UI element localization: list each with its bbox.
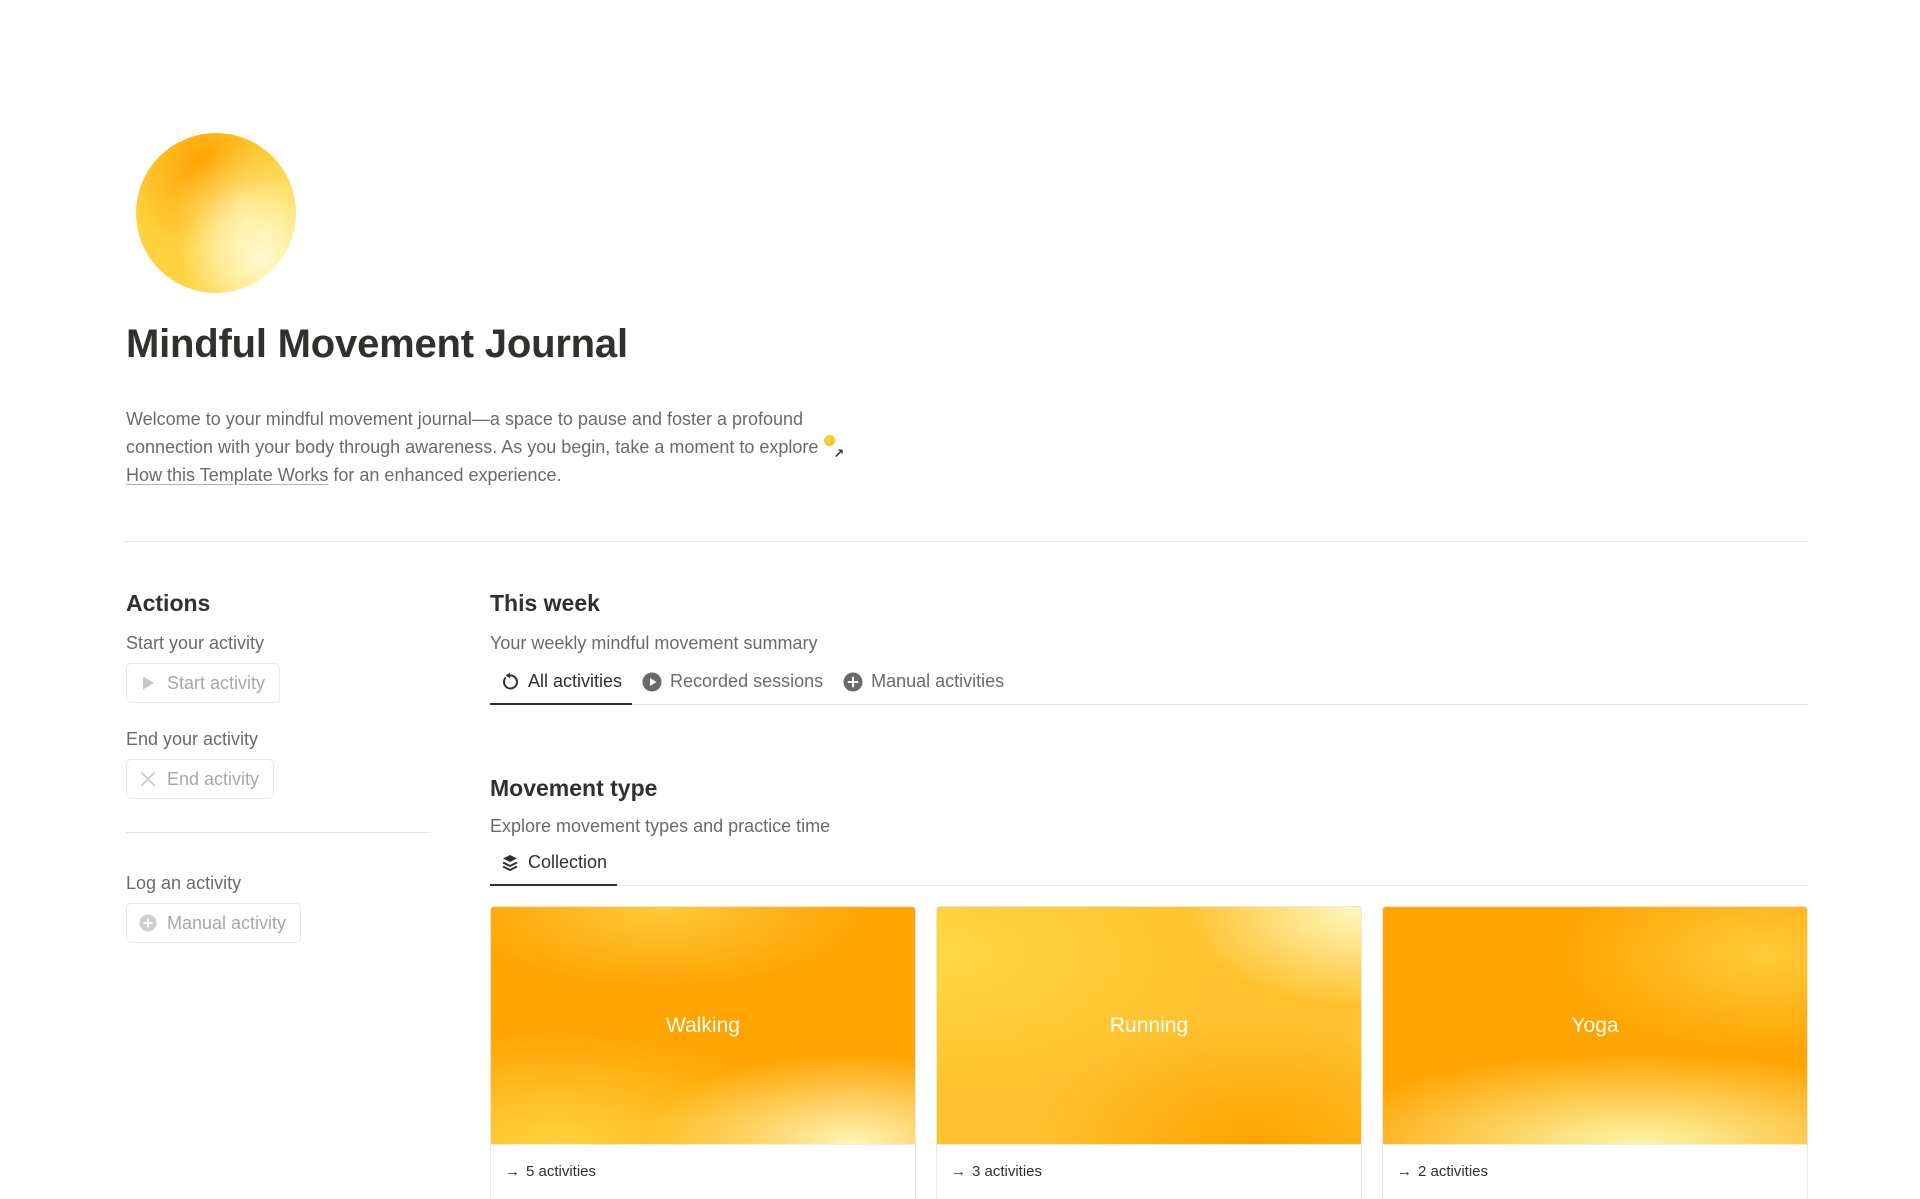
start-caption: Start your activity	[126, 633, 265, 653]
link-badge-icon: ↗	[824, 435, 844, 461]
plus-circle-icon	[843, 672, 863, 692]
card-footer: → 5 activities	[491, 1145, 915, 1199]
play-icon	[139, 674, 157, 692]
template-link[interactable]: How this Template Works	[126, 465, 328, 485]
card-activity-count[interactable]: 2 activities	[1418, 1163, 1488, 1180]
actions-column: Actions Start your activity Start activi…	[126, 590, 431, 943]
movement-type-subtitle: Explore movement types and practice time	[490, 816, 831, 836]
end-caption: End your activity	[126, 729, 259, 749]
movement-type-heading: Movement type	[490, 775, 658, 801]
end-activity-button[interactable]: End activity	[126, 759, 275, 799]
card-cover: Yoga	[1383, 907, 1807, 1145]
tab-manual-activities[interactable]: Manual activities	[833, 659, 1014, 704]
card-walking[interactable]: Walking → 5 activities	[490, 906, 916, 1199]
card-cover-title: Running	[1109, 1013, 1189, 1037]
arrow-right-icon: →	[1397, 1163, 1412, 1180]
tab-collection-label: Collection	[528, 852, 608, 872]
intro-line-2-wrap: connection with your body through awaren…	[126, 433, 926, 461]
start-activity-label: Start activity	[167, 672, 266, 693]
play-circle-icon	[642, 672, 662, 692]
card-yoga[interactable]: Yoga → 2 activities	[1382, 906, 1808, 1199]
card-cover: Walking	[491, 907, 915, 1145]
tab-all-activities-label: All activities	[528, 671, 623, 691]
this-week-tabbar: All activities Recorded sessions Manual …	[490, 660, 1808, 705]
log-caption: Log an activity	[126, 873, 242, 893]
plus-circle-icon	[139, 914, 157, 932]
intro-line-2: connection with your body through awaren…	[126, 437, 819, 457]
card-activity-count[interactable]: 3 activities	[972, 1163, 1042, 1180]
tab-recorded-sessions[interactable]: Recorded sessions	[632, 659, 833, 704]
intro-line-3-end: for an enhanced experience.	[328, 465, 562, 485]
header-divider	[124, 541, 1808, 542]
arrow-right-icon: →	[951, 1163, 966, 1180]
card-footer: → 2 activities	[1383, 1145, 1807, 1199]
movement-type-tabbar: Collection	[490, 841, 1808, 886]
card-cover: Running	[937, 907, 1361, 1145]
card-cover-title: Walking	[666, 1013, 740, 1037]
tab-recorded-sessions-label: Recorded sessions	[670, 671, 824, 691]
page: Mindful Movement Journal Welcome to your…	[0, 0, 1920, 1199]
intro-line-3-wrap: How this Template Works for an enhanced …	[126, 461, 926, 489]
actions-heading: Actions	[126, 590, 211, 616]
card-running[interactable]: Running → 3 activities	[936, 906, 1362, 1199]
manual-activity-button[interactable]: Manual activity	[126, 903, 302, 943]
close-icon	[139, 770, 157, 788]
card-activity-count[interactable]: 5 activities	[526, 1163, 596, 1180]
intro-text: Welcome to your mindful movement journal…	[126, 405, 926, 489]
intro-line-1: Welcome to your mindful movement journal…	[126, 409, 804, 429]
page-title: Mindful Movement Journal	[126, 322, 628, 366]
card-footer: → 3 activities	[937, 1145, 1361, 1199]
actions-divider	[126, 832, 431, 833]
this-week-heading: This week	[490, 590, 600, 616]
this-week-subtitle: Your weekly mindful movement summary	[490, 633, 818, 653]
tab-collection[interactable]: Collection	[490, 840, 618, 886]
manual-activity-label: Manual activity	[167, 912, 287, 933]
movement-cards: Walking → 5 activities Running → 3 activ…	[490, 906, 1808, 1199]
refresh-icon	[500, 672, 520, 692]
main-column: This week Your weekly mindful movement s…	[490, 590, 1808, 1199]
tab-all-activities[interactable]: All activities	[490, 659, 633, 705]
card-cover-title: Yoga	[1571, 1013, 1619, 1037]
layers-icon	[500, 853, 520, 873]
tab-manual-activities-label: Manual activities	[871, 671, 1005, 691]
end-activity-label: End activity	[167, 768, 260, 789]
start-activity-button[interactable]: Start activity	[126, 663, 281, 703]
arrow-right-icon: →	[505, 1163, 520, 1180]
page-icon[interactable]	[136, 133, 296, 293]
